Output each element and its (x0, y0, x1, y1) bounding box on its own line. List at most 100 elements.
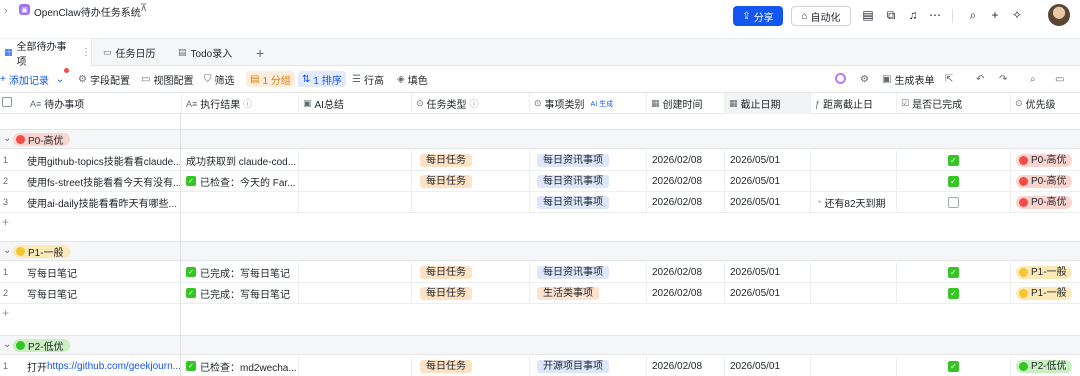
column-header-result[interactable]: A≡ 执行结果 ⓘ (181, 93, 298, 114)
column-header-category[interactable]: ⊙ 事项类别 AI 生成 (529, 93, 646, 114)
generate-form-button[interactable]: ▣ 生成表单 (882, 71, 934, 87)
cell-created[interactable]: 2026/02/08 (646, 283, 724, 303)
table-row[interactable]: 3 使用ai-daily技能看看昨天有哪些... 每日资讯事项 2026/02/08 2… (0, 192, 1080, 213)
done-checkbox[interactable]: ✓ (948, 360, 959, 372)
cell-priority[interactable]: P0-高优 (1010, 171, 1080, 191)
cell-ai-summary[interactable] (298, 262, 411, 282)
cell-ai-summary[interactable] (298, 192, 411, 212)
cell-created[interactable]: 2026/02/08 (646, 356, 724, 376)
cell-created[interactable]: 2026/02/08 (646, 150, 724, 170)
cell-todo[interactable]: 使用ai-daily技能看看昨天有哪些... (22, 192, 180, 212)
cell-ai-summary[interactable] (298, 356, 411, 376)
cell-due-date[interactable]: 2026/05/01 (724, 283, 810, 303)
group-button[interactable]: ▤ 1 分组 (246, 71, 295, 87)
add-row-button[interactable]: + (0, 304, 180, 323)
cell-result[interactable]: ✓ 已检查：md2wecha... (181, 356, 298, 376)
done-checkbox[interactable] (948, 196, 959, 208)
cell-remaining[interactable] (810, 356, 896, 376)
filter-button[interactable]: ⛉ 筛选 (204, 71, 235, 87)
chevron-down-icon[interactable]: ⌄ (56, 74, 64, 85)
cell-todo[interactable]: 使用fs-street技能看看今天有没有... (22, 171, 180, 191)
info-icon[interactable]: ⓘ (470, 97, 479, 110)
row-number[interactable]: 2 (0, 171, 22, 191)
row-height-button[interactable]: ☰ 行高 (352, 71, 384, 87)
sparkle-icon[interactable]: ✧ (1010, 8, 1024, 22)
cell-todo[interactable]: 写每日笔记 (22, 283, 180, 303)
cell-done[interactable]: ✓ (896, 171, 1010, 191)
cell-priority[interactable]: P0-高优 (1010, 192, 1080, 212)
share-button[interactable]: ⇪ 分享 (733, 6, 783, 26)
row-number[interactable]: 1 (0, 356, 22, 376)
tab-todo-entry[interactable]: ▤ Todo录入 (178, 39, 232, 66)
field-config-button[interactable]: ⚙ 字段配置 (78, 71, 130, 87)
app-title[interactable]: OpenClaw待办任务系统 (34, 4, 141, 19)
cell-task-type[interactable]: 每日任务 (411, 356, 529, 376)
undo-icon[interactable]: ↶ (976, 71, 984, 87)
column-header-ai-summary[interactable]: ▣ AI总结 (298, 93, 411, 114)
cell-ai-summary[interactable] (298, 171, 411, 191)
cell-done[interactable]: ✓ (896, 283, 1010, 303)
column-header-due-date[interactable]: ▦ 截止日期 (724, 93, 810, 114)
cell-created[interactable]: 2026/02/08 (646, 192, 724, 212)
cell-category[interactable]: 每日资讯事项 (529, 150, 646, 170)
table-row[interactable]: 2 写每日笔记 ✓ 已完成：写每日笔记 每日任务 生活类事项 2026/02/08 2026/… (0, 283, 1080, 304)
cell-result[interactable]: 成功获取到 claude-cod... (181, 150, 298, 170)
info-icon[interactable]: ⓘ (243, 97, 252, 110)
table-row[interactable]: 2 使用fs-street技能看看今天有没有... ✓ 已检查：今天的 Far... 每… (0, 171, 1080, 192)
row-number[interactable]: 2 (0, 283, 22, 303)
cell-due-date[interactable]: 2026/05/01 (724, 356, 810, 376)
cell-task-type[interactable]: 每日任务 (411, 171, 529, 191)
cell-task-type[interactable]: 每日任务 (411, 262, 529, 282)
column-header-priority[interactable]: ⊙ 优先级 (1010, 93, 1080, 114)
add-row-button[interactable]: + (0, 213, 180, 232)
done-checkbox[interactable]: ✓ (948, 175, 959, 187)
chevron-down-icon[interactable]: ⌄ (3, 339, 11, 350)
cell-category[interactable]: 每日资讯事项 (529, 262, 646, 282)
table-row[interactable]: 1 使用github-topics技能看看claude... 成功获取到 claud… (0, 150, 1080, 171)
done-checkbox[interactable]: ✓ (948, 154, 959, 166)
ai-assistant-icon[interactable] (835, 73, 846, 84)
avatar[interactable] (1048, 4, 1070, 26)
chevron-down-icon[interactable]: ⌄ (3, 245, 11, 256)
more-icon[interactable]: ⋮ (81, 47, 91, 58)
cell-due-date[interactable]: 2026/05/01 (724, 171, 810, 191)
settings-icon[interactable]: ⚙ (860, 71, 869, 87)
table-icon[interactable]: ▤ (861, 8, 875, 22)
row-number[interactable]: 1 (0, 262, 22, 282)
column-header-todo[interactable]: A≡ 待办事项 (26, 93, 181, 114)
done-checkbox[interactable]: ✓ (948, 287, 959, 299)
cell-priority[interactable]: P1-一般 (1010, 262, 1080, 282)
column-header-done[interactable]: ☑ 是否已完成 (896, 93, 1010, 114)
table-row[interactable]: 1 打开 https://github.com/geekjourn... ✓ 已检查：m… (0, 356, 1080, 376)
bell-icon[interactable]: ♫ (906, 8, 920, 22)
tab-task-calendar[interactable]: ▭ 任务日历 (103, 39, 156, 66)
cell-ai-summary[interactable] (298, 283, 411, 303)
cell-done[interactable] (896, 192, 1010, 212)
cell-remaining[interactable] (810, 150, 896, 170)
cell-category[interactable]: 每日资讯事项 (529, 192, 646, 212)
group-header[interactable]: ⌄ P2-低优 (0, 335, 1080, 355)
cell-due-date[interactable]: 2026/05/01 (724, 150, 810, 170)
cell-result[interactable]: ✓ 已检查：今天的 Far... (181, 171, 298, 191)
sort-button[interactable]: ⇅ 1 排序 (298, 71, 346, 87)
add-record-button[interactable]: + 添加记录 ⌄ (0, 71, 64, 87)
cell-priority[interactable]: P1-一般 (1010, 283, 1080, 303)
plus-icon[interactable]: + (988, 8, 1002, 22)
group-header[interactable]: ⌄ P1-一般 (0, 241, 1080, 261)
cell-task-type[interactable]: 每日任务 (411, 283, 529, 303)
share-view-icon[interactable]: ⇱ (945, 71, 953, 87)
automation-button[interactable]: ⌂ 自动化 (791, 6, 851, 26)
column-header-created[interactable]: ▦ 创建时间 (646, 93, 724, 114)
done-checkbox[interactable]: ✓ (948, 266, 959, 278)
cell-category[interactable]: 开源项目事项 (529, 356, 646, 376)
table-row[interactable]: 1 写每日笔记 ✓ 已完成：写每日笔记 每日任务 每日资讯事项 2026/02/08 2026… (0, 262, 1080, 283)
cell-priority[interactable]: P2-低优 (1010, 356, 1080, 376)
redo-icon[interactable]: ↷ (999, 71, 1007, 87)
cell-remaining[interactable] (810, 262, 896, 282)
cell-result[interactable] (181, 192, 298, 212)
cell-todo[interactable]: 写每日笔记 (22, 262, 180, 282)
cell-due-date[interactable]: 2026/05/01 (724, 192, 810, 212)
cell-category[interactable]: 每日资讯事项 (529, 171, 646, 191)
comment-icon[interactable]: ▭ (1055, 71, 1064, 87)
cell-done[interactable]: ✓ (896, 356, 1010, 376)
